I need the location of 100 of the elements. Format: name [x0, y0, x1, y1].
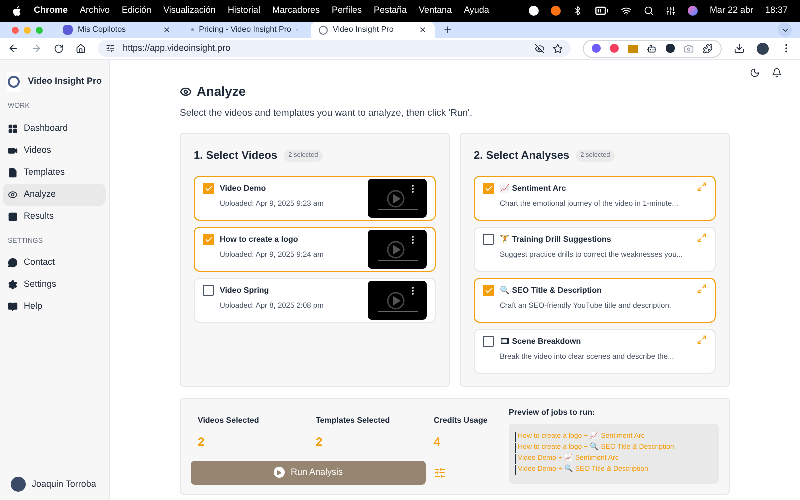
sidebar-label: Contact	[24, 256, 56, 270]
sidebar-item[interactable]: Templates	[3, 162, 106, 184]
bluetooth-icon	[572, 6, 583, 16]
sidebar-label: Settings	[24, 278, 57, 292]
sidebar-label: Templates	[24, 166, 66, 179]
tracking-off-icon[interactable]	[535, 44, 545, 54]
video-thumbnail-drawing	[368, 179, 427, 218]
sidebar-item[interactable]: Dashboard	[3, 118, 106, 140]
sidebar-label: Analyze	[24, 188, 56, 201]
video-thumbnail-drawing	[368, 281, 427, 320]
card-title: Video Spring	[220, 285, 270, 298]
menu-item[interactable]: Edición	[122, 4, 152, 18]
logo-icon	[319, 26, 328, 34]
search-icon	[644, 6, 654, 16]
tab-title: Mis Copilotos	[78, 24, 128, 36]
card-title: 🔍 SEO Title & Description	[500, 285, 603, 298]
checkbox[interactable]	[203, 183, 214, 194]
settings-sliders-icon[interactable]	[434, 466, 446, 479]
user-name: Joaquin Torroba	[32, 478, 96, 491]
sidebar-item[interactable]: Results	[3, 206, 106, 228]
forward-icon[interactable]	[31, 43, 42, 54]
extension-icon[interactable]	[666, 44, 675, 53]
close-icon[interactable]	[163, 26, 171, 34]
control-center-icon	[666, 6, 676, 16]
robot-icon[interactable]	[647, 44, 657, 54]
eye-icon	[8, 190, 18, 200]
browser-tab[interactable]: Video Insight Pro	[311, 22, 435, 38]
browser-tab[interactable]: Pricing - Video Insight Pro	[183, 22, 307, 38]
preview-title: Preview of jobs to run:	[509, 406, 596, 419]
checkbox[interactable]	[483, 285, 494, 296]
bookmark-star-icon[interactable]	[553, 44, 563, 54]
home-icon[interactable]	[76, 44, 86, 54]
download-icon[interactable]	[734, 43, 745, 54]
checkbox[interactable]	[483, 183, 494, 194]
document-icon	[8, 168, 18, 178]
play-icon	[274, 467, 285, 478]
stat-value: 4	[434, 434, 442, 451]
close-icon[interactable]	[419, 26, 427, 34]
card-title: How to create a logo	[220, 234, 300, 246]
video-icon	[8, 146, 18, 156]
sidebar-item[interactable]: Analyze	[3, 184, 106, 206]
menu-item[interactable]: Historial	[228, 4, 260, 18]
checkbox[interactable]	[483, 234, 494, 246]
browser-tab[interactable]: Mis Copilotos	[55, 22, 179, 38]
page-title: Analyze	[197, 83, 246, 101]
card-title: 🎞 Scene Breakdown	[500, 336, 582, 348]
reload-icon[interactable]	[54, 44, 64, 54]
card-title: Video Demo	[220, 183, 268, 196]
video-thumbnail-drawing	[368, 230, 427, 270]
menu-time: 18:37	[765, 4, 788, 18]
menu-item[interactable]: Ventana	[419, 4, 452, 18]
menu-date: Mar 22 abr	[710, 4, 754, 18]
notifications-icon[interactable]	[772, 68, 782, 78]
stat-label: Templates Selected	[316, 414, 392, 427]
checkbox[interactable]	[203, 234, 214, 246]
url-text: https://app.videoinsight.pro	[123, 42, 232, 55]
extensions-icon[interactable]	[703, 44, 713, 54]
card-title: 📈 Sentiment Arc	[500, 183, 568, 196]
sidebar-item[interactable]: Videos	[3, 140, 106, 162]
new-tab-icon[interactable]	[443, 25, 453, 35]
status-icon	[528, 6, 539, 16]
address-field[interactable]: https://app.videoinsight.pro	[98, 40, 571, 57]
sidebar-label: Help	[24, 300, 43, 314]
eye-icon	[180, 86, 192, 98]
app-icon	[63, 25, 73, 35]
panel-title: 1. Select Videos	[194, 148, 278, 164]
tab-title: Video Insight Pro	[333, 24, 395, 36]
user-avatar	[11, 477, 26, 492]
menu-item[interactable]: Chrome	[34, 4, 68, 18]
site-info-icon[interactable]	[106, 44, 115, 53]
book-icon	[8, 302, 18, 312]
stat-label: Videos Selected	[198, 414, 260, 427]
menu-item[interactable]: Perfiles	[332, 4, 362, 18]
menu-item[interactable]: Visualización	[164, 4, 216, 18]
dark-mode-icon[interactable]	[750, 68, 760, 78]
menu-item[interactable]: Ayuda	[464, 4, 490, 18]
wifi-icon	[620, 6, 632, 16]
run-analysis-button[interactable]: Run Analysis	[191, 460, 426, 485]
tab-menu-button[interactable]	[778, 23, 792, 37]
panel-title: 2. Select Analyses	[474, 148, 570, 164]
apple-logo-icon	[12, 6, 22, 16]
camera-icon[interactable]	[684, 44, 694, 54]
menu-item[interactable]: Marcadores	[272, 4, 320, 18]
tab-title: Pricing - Video Insight Pro	[199, 24, 292, 36]
menu-item[interactable]: Archivo	[80, 4, 110, 18]
sidebar-item[interactable]: Contact	[3, 252, 106, 274]
status-icon	[550, 6, 561, 16]
sidebar-item[interactable]: Help	[3, 296, 106, 318]
profile-avatar[interactable]	[757, 42, 769, 54]
battery-icon	[594, 4, 609, 18]
sidebar-label: Results	[24, 210, 54, 223]
checkbox[interactable]	[483, 336, 494, 348]
chat-icon	[8, 258, 18, 268]
sidebar-item[interactable]: Settings	[3, 274, 106, 296]
card-title: 🏋 Training Drill Suggestions	[500, 234, 612, 246]
back-icon[interactable]	[8, 43, 19, 54]
menu-item[interactable]: Pestaña	[374, 4, 408, 18]
siri-icon	[688, 6, 698, 16]
checkbox[interactable]	[203, 285, 214, 296]
stat-label: Credits Usage	[434, 414, 489, 427]
